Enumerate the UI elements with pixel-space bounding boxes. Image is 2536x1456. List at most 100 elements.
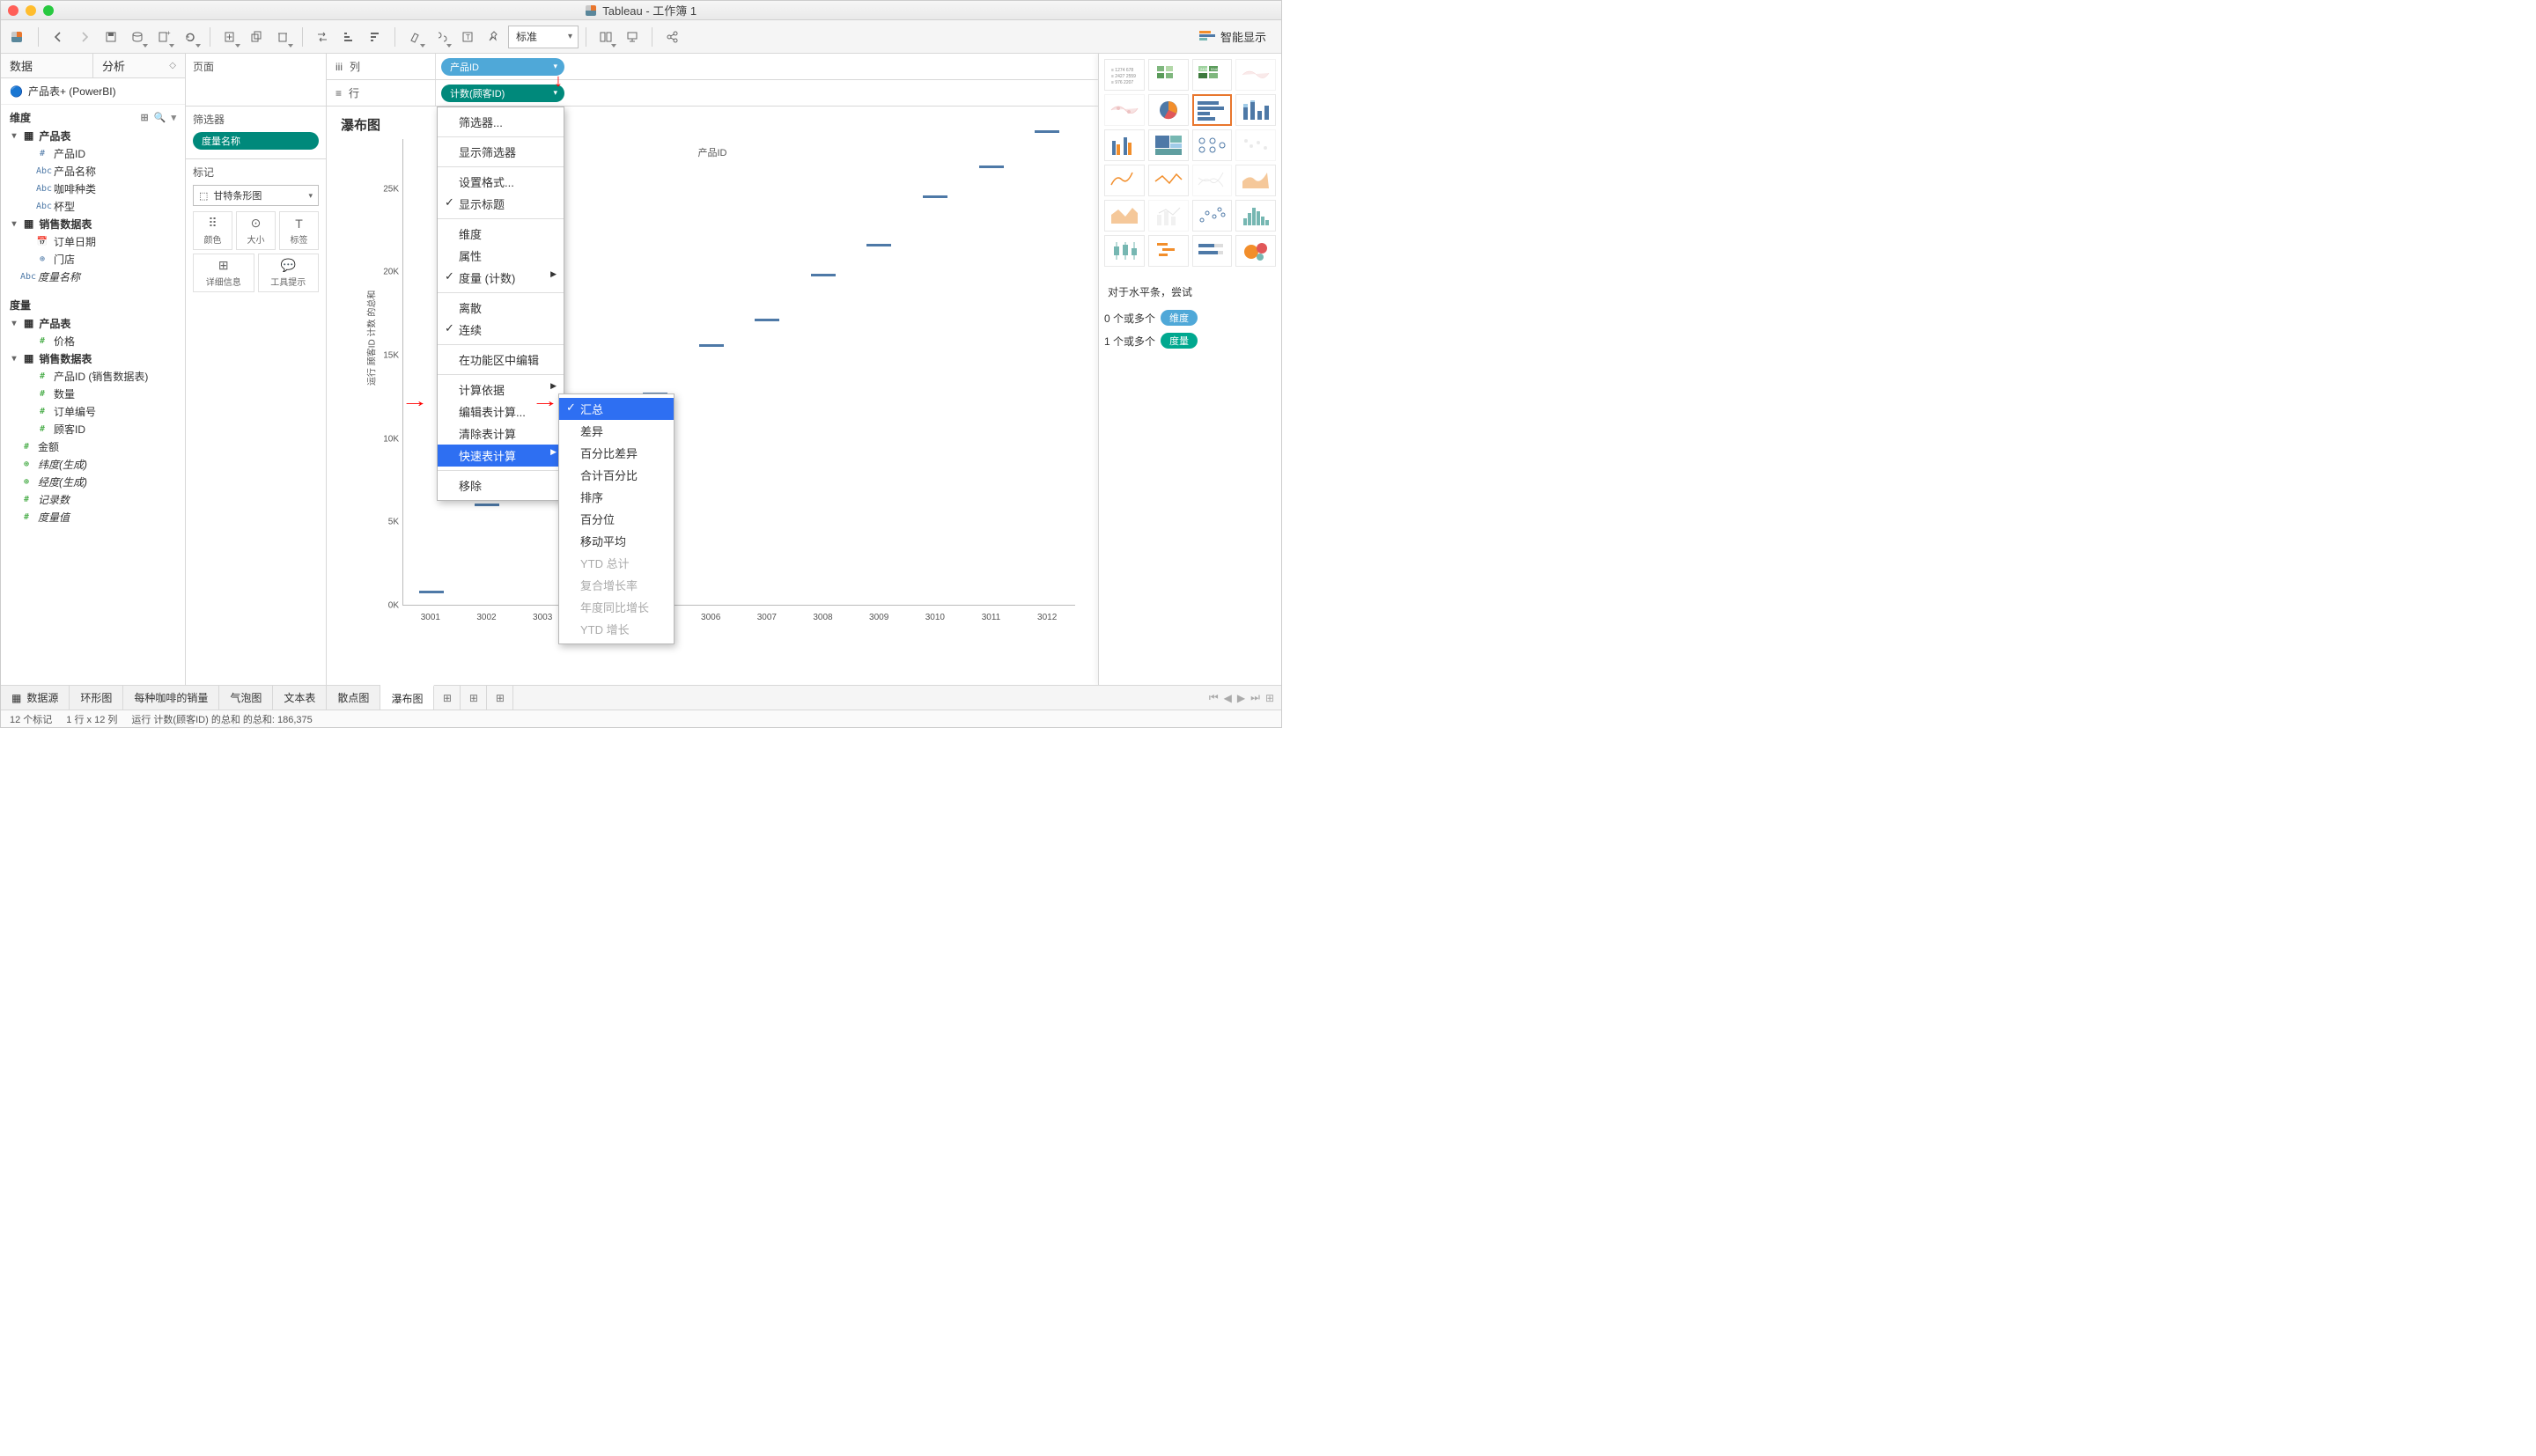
pin-button[interactable] [482,25,506,49]
sm-box-plot[interactable] [1104,235,1145,267]
data-mark[interactable] [811,274,836,276]
window-close-button[interactable] [8,5,18,16]
new-worksheet-tab[interactable]: ⊞ [434,686,461,710]
refresh-button[interactable] [178,25,203,49]
sm-dual-line[interactable] [1192,165,1233,196]
menu-item[interactable]: 离散 [438,297,564,319]
sm-stacked-bar[interactable] [1235,94,1276,126]
sm-scatter[interactable] [1192,200,1233,232]
new-datasource-button[interactable] [125,25,150,49]
show-cards-button[interactable] [593,25,618,49]
window-zoom-button[interactable] [43,5,54,16]
sm-circle-view[interactable] [1192,129,1233,161]
menu-item[interactable]: 汇总 [559,398,674,420]
field-item[interactable]: #顾客ID [1,420,185,438]
field-group[interactable]: ▾▦ 产品表 [1,314,185,332]
marks-tooltip[interactable]: 💬工具提示 [258,254,320,292]
sm-bullet[interactable] [1192,235,1233,267]
tab-prev-icon[interactable]: ◀ [1224,692,1232,704]
fit-select[interactable]: 标准 [508,26,579,48]
sm-dual-combo[interactable] [1148,200,1189,232]
sheet-tab[interactable]: 散点图 [327,686,380,710]
sm-line-continuous[interactable] [1104,165,1145,196]
swap-button[interactable] [310,25,335,49]
menu-item[interactable]: 百分位 [559,508,674,530]
sort-asc-button[interactable] [336,25,361,49]
sm-area-discrete[interactable] [1104,200,1145,232]
sheet-tab[interactable]: 瀑布图 [380,685,434,710]
sm-horizontal-bar[interactable] [1192,94,1233,126]
share-button[interactable] [660,25,684,49]
field-item[interactable]: Abc产品名称 [1,162,185,180]
tab-datasource[interactable]: ▦ 数据源 [1,686,70,710]
sm-histogram[interactable] [1235,200,1276,232]
new-worksheet-button[interactable]: + [151,25,176,49]
menu-item[interactable]: 计算依据 [438,379,564,401]
menu-item[interactable]: 显示标题 [438,193,564,215]
sm-filled-map[interactable] [1104,94,1145,126]
menu-item[interactable]: 移动平均 [559,530,674,552]
tab-first-icon[interactable]: ⏮ [1209,691,1219,704]
menu-item[interactable]: 属性 [438,245,564,267]
sm-line-discrete[interactable] [1148,165,1189,196]
field-item[interactable]: ⊕纬度(生成) [1,455,185,473]
data-mark[interactable] [419,591,444,593]
text-label-button[interactable]: T [455,25,480,49]
tab-list-icon[interactable]: ⊞ [1265,692,1274,704]
new-story-tab[interactable]: ⊞ [487,686,513,710]
field-item[interactable]: #金额 [1,438,185,455]
save-button[interactable] [99,25,123,49]
field-item[interactable]: #订单编号 [1,402,185,420]
data-mark[interactable] [475,504,499,506]
menu-item[interactable]: 设置格式... [438,171,564,193]
data-mark[interactable] [866,244,891,246]
tab-analytics[interactable]: 分析◇ [93,54,185,77]
presentation-button[interactable] [620,25,645,49]
marks-size[interactable]: ⊙大小 [236,211,276,250]
field-item[interactable]: #产品ID [1,144,185,162]
menu-item[interactable]: 连续 [438,319,564,341]
sm-side-by-side-bar[interactable] [1104,129,1145,161]
new-sheet-button[interactable] [217,25,242,49]
field-item[interactable]: #记录数 [1,490,185,508]
menu-item[interactable]: 清除表计算 [438,423,564,445]
menu-item[interactable]: 快速表计算 [438,445,564,467]
tab-data[interactable]: 数据 [1,54,93,77]
field-item[interactable]: Abc度量名称 [1,268,185,285]
data-mark[interactable] [1035,130,1059,133]
field-item[interactable]: #数量 [1,385,185,402]
sheet-tab[interactable]: 每种咖啡的销量 [123,686,219,710]
sheet-tab[interactable]: 环形图 [70,686,123,710]
columns-shelf[interactable]: 产品ID▾ [436,58,1098,76]
menu-item[interactable]: 维度 [438,223,564,245]
menu-icon[interactable]: ▾ [171,112,176,123]
menu-item[interactable]: 显示筛选器 [438,141,564,163]
tableau-home-button[interactable] [6,25,31,49]
row-pill-count-customerid[interactable]: 计数(顾客ID)▾ [441,85,564,102]
field-item[interactable]: ⊕经度(生成) [1,473,185,490]
tab-next-icon[interactable]: ▶ [1237,692,1245,704]
menu-item[interactable]: 差异 [559,420,674,442]
data-mark[interactable] [755,319,779,321]
field-item[interactable]: Abc咖啡种类 [1,180,185,197]
sm-text-table[interactable]: ≡ 1274 678≡ 2427 2559≡ 976 2207 [1104,59,1145,91]
column-pill-product-id[interactable]: 产品ID▾ [441,58,564,76]
sm-heat-map[interactable] [1148,59,1189,91]
marks-detail[interactable]: ⊞详细信息 [193,254,254,292]
field-item[interactable]: #度量值 [1,508,185,526]
sort-desc-button[interactable] [363,25,387,49]
field-item[interactable]: 📅订单日期 [1,232,185,250]
sm-side-by-side-circle[interactable] [1235,129,1276,161]
filter-pill-measure-names[interactable]: 度量名称 [193,132,319,150]
duplicate-button[interactable] [244,25,269,49]
menu-item[interactable]: 百分比差异 [559,442,674,464]
marks-color[interactable]: ⠿颜色 [193,211,232,250]
marks-label[interactable]: T标签 [279,211,319,250]
highlight-button[interactable] [402,25,427,49]
sheet-tab[interactable]: 气泡图 [219,686,273,710]
field-item[interactable]: Abc杯型 [1,197,185,215]
data-mark[interactable] [699,344,724,347]
menu-item[interactable]: 筛选器... [438,111,564,133]
menu-item[interactable]: 在功能区中编辑 [438,349,564,371]
sheet-tab[interactable]: 文本表 [273,686,327,710]
